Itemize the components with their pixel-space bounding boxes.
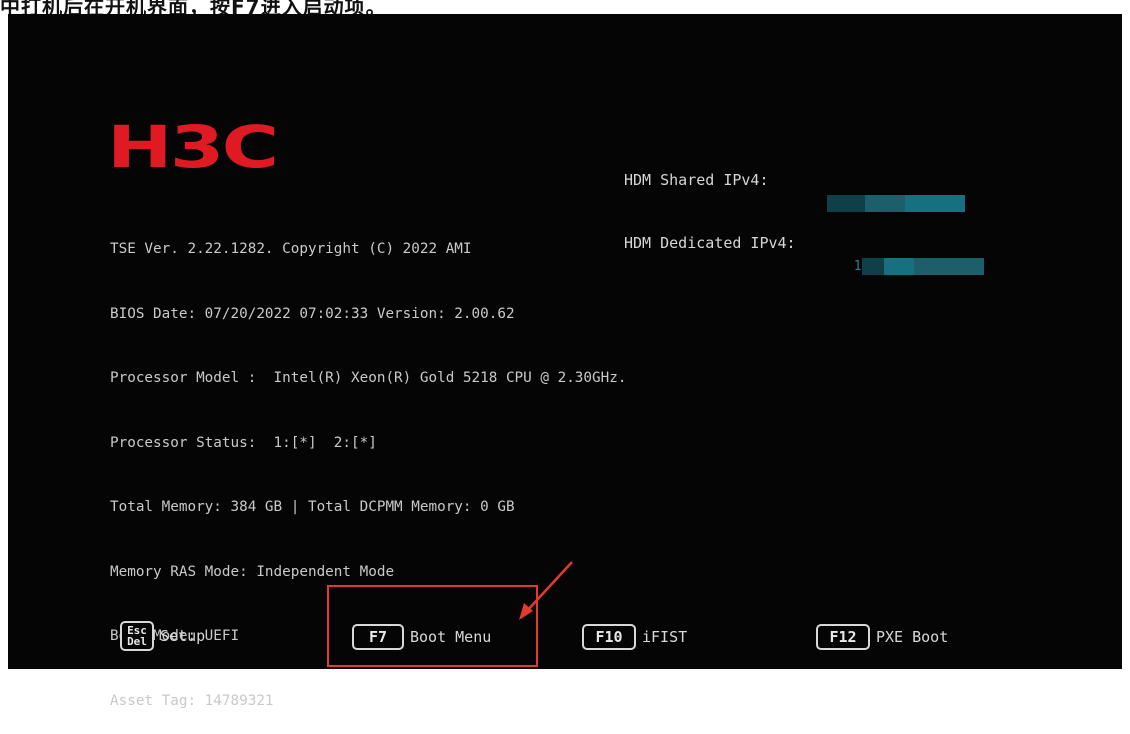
arrow-shaft (525, 561, 573, 613)
asset-tag-line: Asset Tag: 14789321 (110, 692, 274, 709)
annotation-arrow (519, 561, 573, 620)
